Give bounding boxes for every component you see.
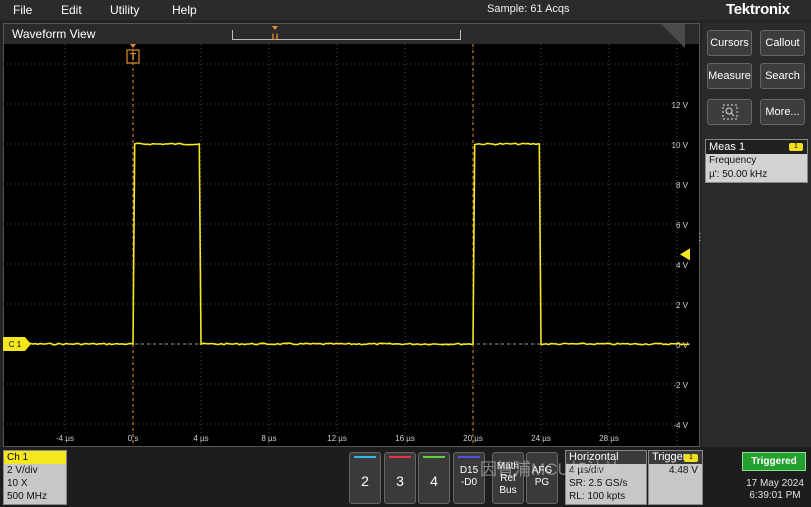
zoom-select-icon: [722, 104, 737, 120]
channel-4-color-stripe: [423, 456, 445, 458]
measure-button[interactable]: Measure: [707, 63, 752, 89]
channel-4-button[interactable]: 4: [418, 452, 450, 504]
waveform-view-title: Waveform View: [12, 27, 96, 41]
waveform-view[interactable]: Waveform View: [3, 23, 700, 447]
search-button[interactable]: Search: [760, 63, 805, 89]
cursors-button[interactable]: Cursors: [707, 30, 752, 56]
channel-3-color-stripe: [389, 456, 411, 458]
scope-screen: File Edit Utility Help Sample: 61 Acqs T…: [0, 0, 811, 507]
channel-3-button[interactable]: 3: [384, 452, 416, 504]
channel-2-button[interactable]: 2: [349, 452, 381, 504]
bus-label: Bus: [499, 485, 517, 496]
channel-bandwidth: 500 MHz: [7, 491, 48, 502]
menu-file[interactable]: File: [13, 3, 32, 17]
more-button[interactable]: More...: [760, 99, 805, 125]
menu-edit[interactable]: Edit: [61, 3, 82, 17]
channel-1-badge[interactable]: Ch 1 2 V/div 10 X 500 MHz: [3, 450, 67, 505]
date-time: 17 May 2024 6:39:01 PM: [742, 478, 808, 502]
channel-4-label: 4: [430, 473, 438, 489]
date: 17 May 2024: [746, 478, 804, 489]
watermark: 因智浦MCU加油站: [480, 460, 621, 479]
measurement-value: µ': 50.00 kHz: [709, 169, 768, 180]
measurement-channel-badge: 1: [789, 143, 803, 151]
channel-2-color-stripe: [354, 456, 376, 458]
menu-bar: File Edit Utility Help Sample: 61 Acqs T…: [0, 0, 811, 20]
record-length: RL: 100 kpts: [569, 491, 626, 502]
acquisition-state-badge[interactable]: Triggered: [742, 452, 806, 471]
channel-3-label: 3: [396, 473, 404, 489]
measurement-badge[interactable]: Meas 1 1 Frequency µ': 50.00 kHz: [705, 139, 808, 183]
brand-logo: Tektronix: [726, 1, 790, 18]
channel-probe: 10 X: [7, 478, 28, 489]
trigger-source-badge: 1: [684, 454, 698, 462]
record-overview-bar[interactable]: [232, 30, 461, 40]
channel-2-label: 2: [361, 473, 369, 489]
menu-utility[interactable]: Utility: [110, 3, 139, 17]
acquisition-status: Sample: 61 Acqs: [487, 3, 570, 15]
time: 6:39:01 PM: [749, 490, 801, 501]
measurement-title: Meas 1: [709, 141, 746, 153]
measurement-header: Meas 1 1: [706, 140, 807, 154]
measurement-name: Frequency: [709, 155, 757, 166]
channel-scale: 2 V/div: [7, 465, 38, 476]
callout-button[interactable]: Callout: [760, 30, 805, 56]
zoom-button[interactable]: [707, 99, 752, 125]
trigger-badge[interactable]: Trigger 1 4.48 V: [648, 450, 703, 505]
channel-name: Ch 1: [4, 451, 66, 464]
trigger-level: 4.48 V: [669, 465, 698, 476]
digital-color-stripe: [458, 456, 480, 458]
menu-help[interactable]: Help: [172, 3, 197, 17]
